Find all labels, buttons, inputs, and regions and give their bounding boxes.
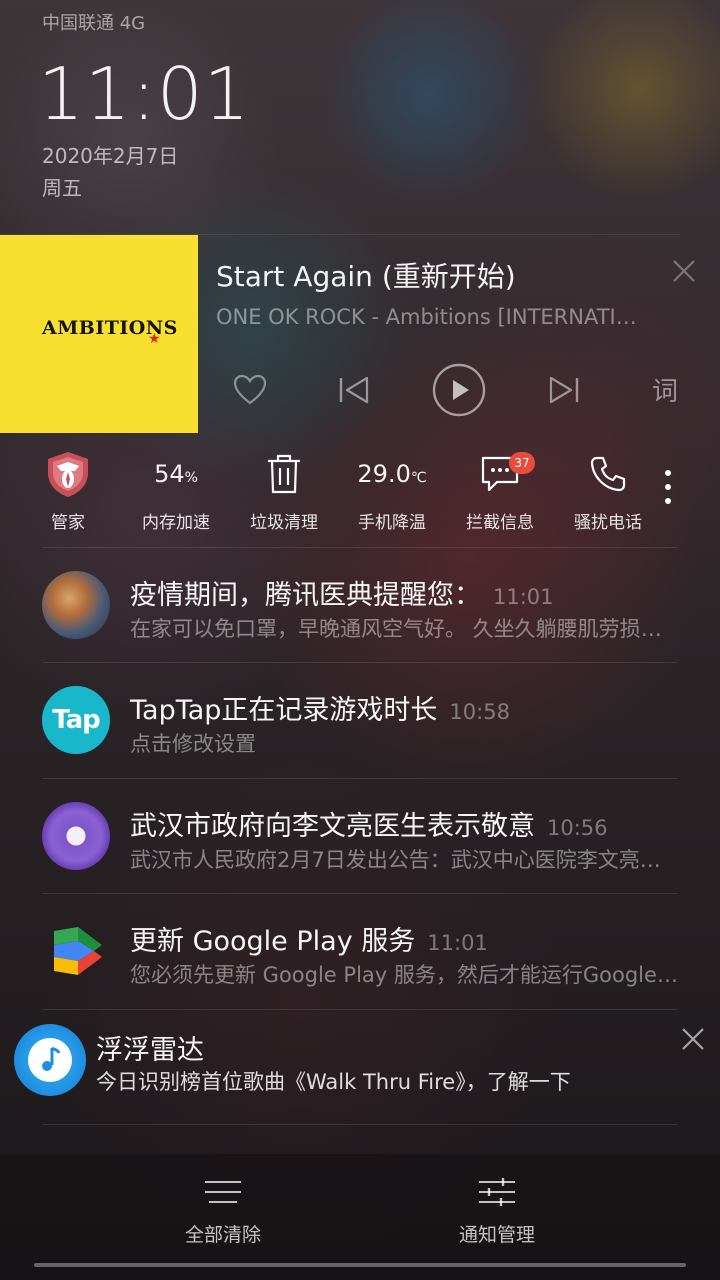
notification-item[interactable]: 更新 Google Play 服务 11:01 您必须先更新 Google Pla… — [42, 893, 678, 1009]
notification-settings-label: 通知管理 — [458, 1224, 535, 1246]
next-track-icon[interactable] — [546, 373, 582, 407]
notification-item[interactable]: 疫情期间，腾讯医典提醒您： 11:01 在家可以免口罩，早晚通风空气好。 久坐久躺… — [42, 547, 678, 663]
notification-time: 11:01 — [493, 585, 554, 609]
previous-track-icon[interactable] — [336, 373, 372, 407]
notification-title: 更新 Google Play 服务 — [130, 926, 416, 957]
sliders-icon — [479, 1178, 515, 1206]
phone-icon — [590, 456, 626, 492]
tool-label: 内存加速 — [142, 513, 210, 533]
tool-spam-calls[interactable]: 骚扰电话 — [554, 440, 662, 540]
tool-memory-boost[interactable]: 54% 内存加速 — [122, 440, 230, 540]
notification-title: 武汉市政府向李文亮医生表示敬意 — [130, 811, 535, 842]
music-disc-icon — [42, 802, 110, 870]
tool-label: 拦截信息 — [466, 513, 534, 533]
tool-cooling[interactable]: 29.0℃ 手机降温 — [338, 440, 446, 540]
song-artist: ONE OK ROCK - Ambitions [INTERNATIONAL V… — [216, 305, 646, 329]
notification-body: 武汉市人民政府2月7日发出公告：武汉中心医院李文亮医生…… — [130, 848, 678, 872]
clear-all-icon — [205, 1181, 241, 1203]
radar-banner[interactable]: 浮浮雷达 今日识别榜首位歌曲《Walk Thru Fire》，了解一下 — [0, 1010, 720, 1122]
lockscreen-date: 2020年2月7日 — [42, 144, 179, 168]
tool-guanjia[interactable]: 管家 — [14, 440, 122, 540]
album-art: AMBITIONS ★ — [0, 235, 198, 433]
close-icon[interactable] — [670, 257, 698, 285]
google-play-icon — [42, 917, 110, 985]
banner-title: 浮浮雷达 — [96, 1035, 204, 1066]
lyrics-button[interactable]: 词 — [652, 371, 678, 408]
trash-icon — [268, 454, 300, 494]
tool-label: 骚扰电话 — [574, 513, 642, 533]
clear-all-button[interactable]: 全部清除 — [123, 1164, 323, 1248]
carrier-label: 中国联通 4G — [42, 13, 146, 34]
bottom-action-bar: 全部清除 通知管理 — [0, 1154, 720, 1280]
notification-item[interactable]: Tap TapTap正在记录游戏时长 10:58 点击修改设置 — [42, 662, 678, 778]
memory-value: 54% — [154, 460, 198, 488]
tool-label: 手机降温 — [358, 513, 426, 533]
heart-icon[interactable] — [232, 373, 268, 407]
star-icon: ★ — [148, 331, 161, 347]
notification-title: TapTap正在记录游戏时长 — [130, 695, 438, 726]
home-indicator[interactable] — [34, 1263, 686, 1267]
notification-body: 您必须先更新 Google Play 服务，然后才能运行Google…… — [130, 963, 678, 987]
clear-all-label: 全部清除 — [184, 1224, 261, 1246]
tool-junk-clean[interactable]: 垃圾清理 — [230, 440, 338, 540]
notification-item[interactable]: 武汉市政府向李文亮医生表示敬意 10:56 武汉市人民政府2月7日发出公告：武汉中… — [42, 778, 678, 894]
banner-body: 今日识别榜首位歌曲《Walk Thru Fire》，了解一下 — [96, 1070, 571, 1094]
taptap-icon: Tap — [42, 686, 110, 754]
notification-time: 11:01 — [427, 931, 488, 955]
music-note-icon — [14, 1024, 86, 1096]
lockscreen-clock: 11:01 — [38, 52, 251, 136]
message-count-badge: 37 — [509, 452, 535, 474]
notification-body: 点击修改设置 — [130, 732, 256, 756]
song-title: Start Again (重新开始) — [216, 260, 516, 293]
temperature-value: 29.0℃ — [357, 460, 427, 488]
quick-tools-row: 管家 54% 内存加速 垃圾清理 29.0℃ 手机降温 拦截信息 骚扰电话 — [0, 440, 720, 540]
notification-time: 10:58 — [449, 700, 510, 724]
tool-block-messages[interactable]: 拦截信息 — [446, 440, 554, 540]
media-player-card[interactable]: AMBITIONS ★ Start Again (重新开始) ONE OK RO… — [0, 234, 695, 433]
notification-time: 10:56 — [547, 816, 608, 840]
close-icon[interactable] — [678, 1024, 708, 1054]
more-options-icon[interactable] — [655, 466, 681, 514]
shield-icon — [48, 452, 88, 497]
divider — [42, 1124, 678, 1125]
notification-settings-button[interactable]: 通知管理 — [397, 1164, 597, 1248]
notification-title: 疫情期间，腾讯医典提醒您： — [130, 580, 481, 611]
tool-label: 垃圾清理 — [250, 513, 318, 533]
lockscreen-weekday: 周五 — [42, 176, 82, 200]
tool-label: 管家 — [51, 513, 85, 533]
game-avatar-icon — [42, 571, 110, 639]
notification-body: 在家可以免口罩，早晚通风空气好。 久坐久躺腰肌劳损…… — [130, 617, 678, 641]
play-icon[interactable] — [432, 363, 486, 417]
